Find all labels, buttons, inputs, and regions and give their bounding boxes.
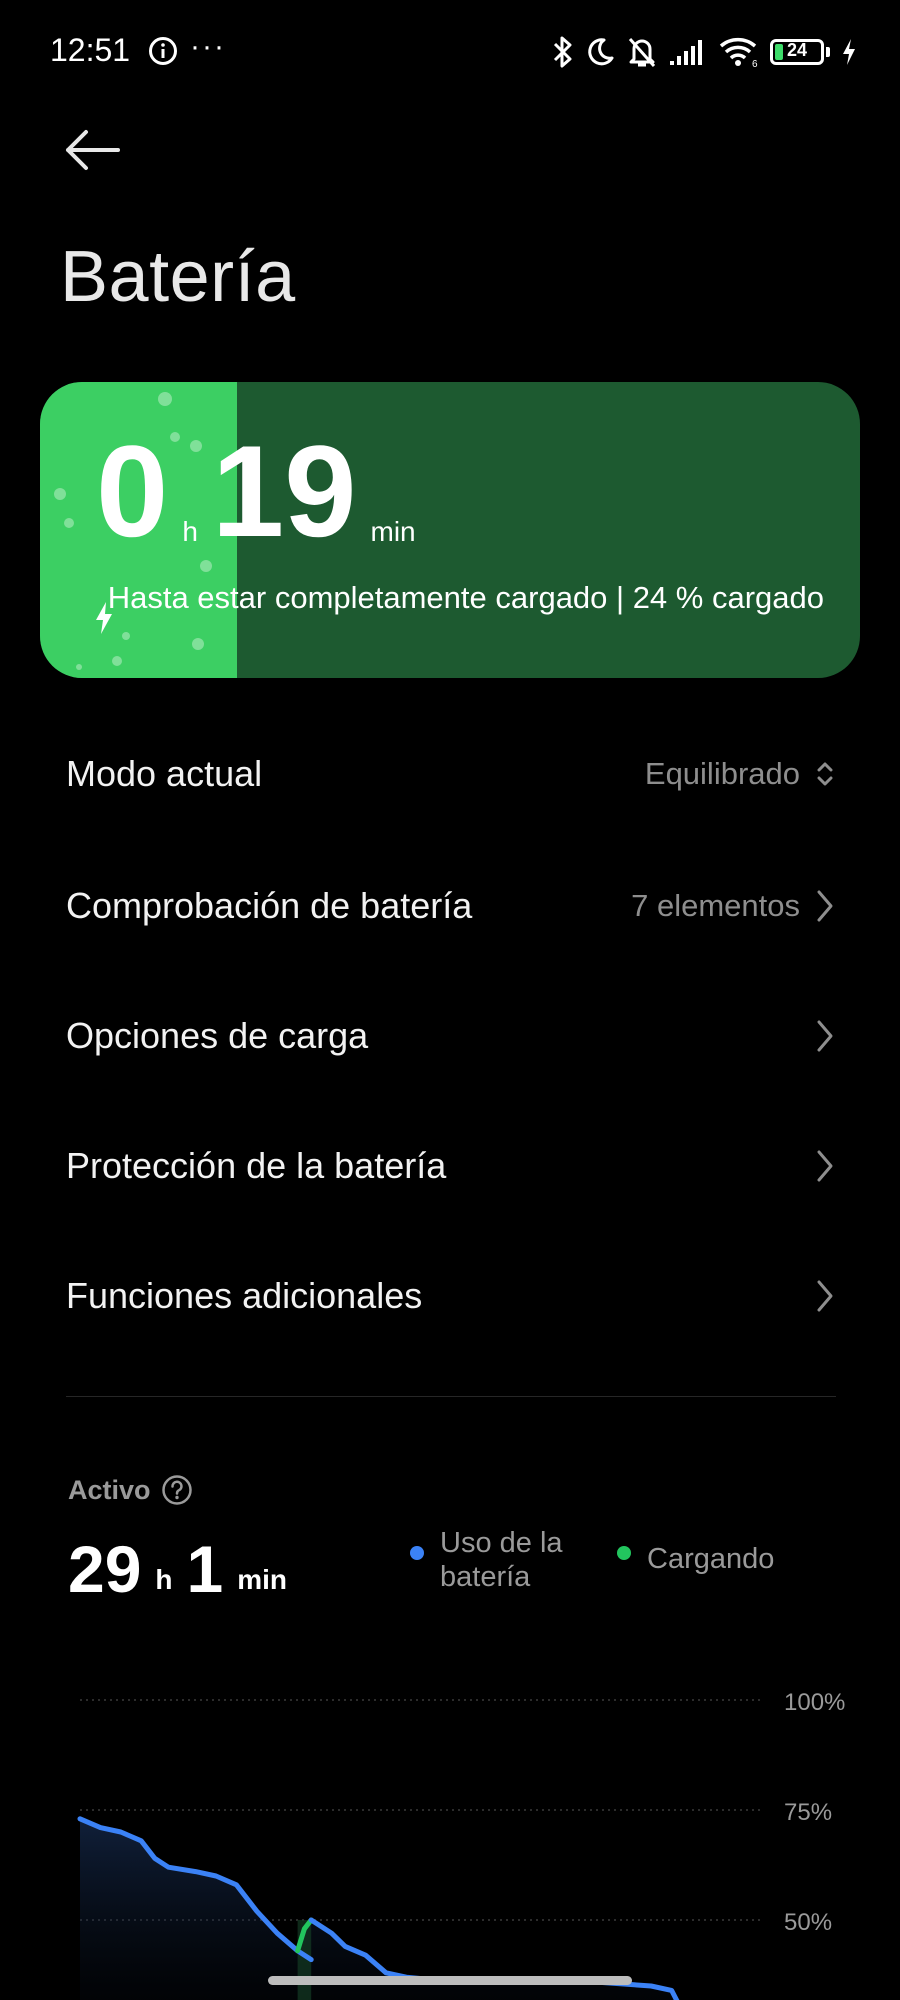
bubble — [122, 632, 130, 640]
legend-usage-label: Uso de la batería — [440, 1526, 563, 1594]
svg-text:6: 6 — [752, 59, 758, 68]
bluetooth-icon — [553, 36, 572, 68]
battery-icon: 24 — [770, 39, 824, 65]
back-arrow-icon[interactable] — [64, 128, 120, 172]
battery-check-row[interactable]: Comprobación de batería 7 elementos — [66, 866, 836, 946]
hours-unit: h — [182, 516, 198, 547]
charging-icon — [843, 39, 855, 65]
chevron-right-icon — [817, 890, 833, 922]
moon-icon — [588, 38, 614, 66]
help-icon[interactable] — [161, 1474, 193, 1506]
battery-protection-row[interactable]: Protección de la batería — [66, 1126, 836, 1206]
additional-features-label: Funciones adicionales — [66, 1275, 423, 1316]
charging-options-label: Opciones de carga — [66, 1015, 369, 1056]
bubble — [158, 392, 172, 406]
page-title: Batería — [60, 237, 296, 317]
bubble — [112, 656, 122, 666]
hours-value: 0 — [96, 418, 169, 564]
home-indicator[interactable] — [268, 1976, 632, 1985]
battery-level: 24 — [786, 40, 808, 60]
charging-options-row[interactable]: Opciones de carga — [66, 996, 836, 1076]
battery-tip — [826, 47, 830, 57]
legend-battery-usage: Uso de la batería — [410, 1526, 563, 1594]
more-notifications-icon: ··· — [190, 30, 226, 63]
battery-protection-label: Protección de la batería — [66, 1145, 447, 1186]
legend-usage-line-2: batería — [440, 1561, 531, 1593]
chevron-up-down-icon — [817, 762, 833, 786]
active-label-text: Activo — [68, 1474, 151, 1505]
y-tick-label: 100% — [784, 1689, 845, 1716]
additional-features-row[interactable]: Funciones adicionales — [66, 1256, 836, 1336]
active-minutes: 1 — [186, 1532, 224, 1606]
chevron-right-icon — [817, 1020, 833, 1052]
bubble — [192, 638, 204, 650]
usage-area — [80, 1818, 679, 2000]
bubble — [64, 518, 74, 528]
legend-charging: Cargando — [617, 1526, 774, 1576]
legend-dot-usage — [410, 1546, 424, 1560]
status-bar: 12:51 ··· 6 24 — [0, 0, 900, 104]
y-tick-label: 50% — [784, 1909, 832, 1936]
active-hours-unit: h — [155, 1564, 173, 1595]
active-label: Activo — [68, 1474, 193, 1506]
battery-chart: 100% 75% 50% — [77, 1689, 845, 2000]
legend-charging-label: Cargando — [647, 1543, 775, 1575]
bell-off-icon — [628, 38, 656, 67]
active-minutes-unit: min — [237, 1564, 288, 1595]
chevron-right-icon — [817, 1150, 833, 1182]
current-mode-value: Equilibrado — [644, 756, 800, 791]
status-time: 12:51 — [50, 32, 131, 68]
wifi-icon: 6 — [719, 38, 758, 68]
minutes-unit: min — [370, 516, 416, 547]
section-divider — [66, 1396, 836, 1397]
bubble — [54, 488, 66, 500]
charging-card: 0 h 19 min Hasta estar completamente car… — [40, 382, 860, 678]
time-to-full: 0 h 19 min — [96, 426, 430, 556]
legend-usage-line-1: Uso de la — [440, 1527, 563, 1559]
info-icon — [149, 37, 177, 65]
battery-check-value: 7 elementos — [631, 888, 800, 923]
current-mode-row[interactable]: Modo actual Equilibrado — [66, 734, 836, 814]
y-tick-label: 75% — [784, 1799, 832, 1826]
active-hours: 29 — [68, 1532, 142, 1606]
legend-dot-charging — [617, 1546, 631, 1560]
bubble — [76, 664, 82, 670]
status-icons: 6 24 — [552, 32, 858, 72]
active-time: 29 h 1 min — [68, 1536, 301, 1602]
minutes-value: 19 — [211, 418, 357, 564]
battery-check-label: Comprobación de batería — [66, 885, 473, 926]
signal-icon — [670, 40, 702, 65]
bubble — [200, 560, 212, 572]
charging-status-text: Hasta estar completamente cargado | 24 %… — [107, 580, 824, 615]
chevron-right-icon — [817, 1280, 833, 1312]
current-mode-label: Modo actual — [66, 753, 263, 794]
